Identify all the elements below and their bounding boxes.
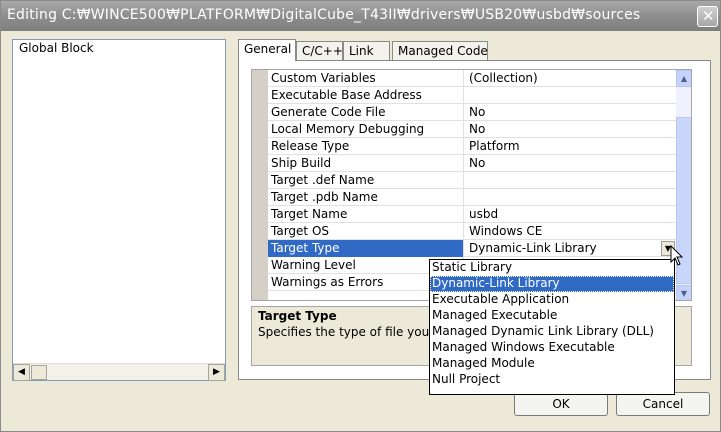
close-button[interactable]: ✕ xyxy=(697,6,718,27)
property-row[interactable]: Local Memory Debugging No xyxy=(268,121,676,138)
property-name: Target Type xyxy=(268,240,464,257)
scrollbar-thumb[interactable] xyxy=(31,365,47,380)
config-tree[interactable]: Global Block ◀ ▶ xyxy=(12,39,226,381)
property-value[interactable] xyxy=(465,87,676,104)
property-name: Target Name xyxy=(268,206,464,223)
horizontal-scrollbar[interactable]: ◀ ▶ xyxy=(13,363,225,381)
dropdown-option[interactable]: Managed Executable xyxy=(430,308,674,324)
target-type-dropdown-list[interactable]: Static Library Dynamic-Link Library Exec… xyxy=(429,259,675,395)
close-icon: ✕ xyxy=(702,7,715,25)
title-bar[interactable]: Editing C:₩WINCE500₩PLATFORM₩DigitalCube… xyxy=(1,1,720,31)
dropdown-option[interactable]: Managed Module xyxy=(430,356,674,372)
tree-item-global-block[interactable]: Global Block xyxy=(19,41,94,55)
property-value[interactable]: Platform xyxy=(465,138,676,155)
property-value[interactable]: No xyxy=(465,121,676,138)
tab-link[interactable]: Link xyxy=(343,41,390,61)
tab-managed-code[interactable]: Managed Code xyxy=(392,41,488,61)
property-value[interactable]: (Collection) xyxy=(465,70,676,87)
property-value[interactable]: No xyxy=(465,155,676,172)
property-name: Custom Variables xyxy=(268,70,464,87)
property-value[interactable] xyxy=(465,189,676,206)
property-name: Target OS xyxy=(268,223,464,240)
dropdown-option[interactable]: Managed Windows Executable xyxy=(430,340,674,356)
property-row[interactable]: Release Type Platform xyxy=(268,138,676,155)
property-row[interactable]: Executable Base Address xyxy=(268,87,676,104)
arrow-right-icon[interactable]: ▶ xyxy=(208,364,225,381)
dropdown-option[interactable]: Static Library xyxy=(430,260,674,276)
property-row[interactable]: Target .def Name xyxy=(268,172,676,189)
property-row-selected[interactable]: Target Type Dynamic-Link Library ▼ xyxy=(268,240,676,257)
property-row[interactable]: Ship Build No xyxy=(268,155,676,172)
property-name: Local Memory Debugging xyxy=(268,121,464,138)
property-name: Target .pdb Name xyxy=(268,189,464,206)
property-value[interactable] xyxy=(465,172,676,189)
arrow-left-icon[interactable]: ◀ xyxy=(13,364,30,381)
dropdown-option[interactable]: Managed Dynamic Link Library (DLL) xyxy=(430,324,674,340)
mouse-pointer-icon xyxy=(670,245,684,266)
property-name: Executable Base Address xyxy=(268,87,464,104)
property-value[interactable]: No xyxy=(465,104,676,121)
property-row[interactable]: Generate Code File No xyxy=(268,104,676,121)
property-row[interactable]: Target Name usbd xyxy=(268,206,676,223)
properties-dialog: Editing C:₩WINCE500₩PLATFORM₩DigitalCube… xyxy=(0,0,721,432)
property-name: Release Type xyxy=(268,138,464,155)
ok-button[interactable]: OK xyxy=(514,392,608,416)
property-value[interactable]: Windows CE xyxy=(465,223,676,240)
property-value-dropdown[interactable]: Dynamic-Link Library xyxy=(465,240,676,257)
property-row[interactable]: Target OS Windows CE xyxy=(268,223,676,240)
property-row[interactable]: Custom Variables (Collection) xyxy=(268,70,676,87)
description-title: Target Type xyxy=(258,309,337,323)
tab-c-cpp[interactable]: C/C++ xyxy=(296,41,343,61)
description-text: Specifies the type of file you w xyxy=(258,325,443,339)
property-row[interactable]: Target .pdb Name xyxy=(268,189,676,206)
dropdown-option[interactable]: Executable Application xyxy=(430,292,674,308)
tab-general[interactable]: General xyxy=(238,39,296,61)
cancel-button[interactable]: Cancel xyxy=(616,392,710,416)
property-name: Generate Code File xyxy=(268,104,464,121)
arrow-down-icon[interactable]: ▼ xyxy=(676,285,691,300)
arrow-up-icon[interactable]: ▲ xyxy=(676,70,691,87)
dropdown-option[interactable]: Null Project xyxy=(430,372,674,388)
grid-gutter xyxy=(252,70,268,300)
property-name: Ship Build xyxy=(268,155,464,172)
dropdown-option-selected[interactable]: Dynamic-Link Library xyxy=(430,276,674,292)
property-name: Target .def Name xyxy=(268,172,464,189)
property-value[interactable]: usbd xyxy=(465,206,676,223)
window-title: Editing C:₩WINCE500₩PLATFORM₩DigitalCube… xyxy=(7,7,641,23)
